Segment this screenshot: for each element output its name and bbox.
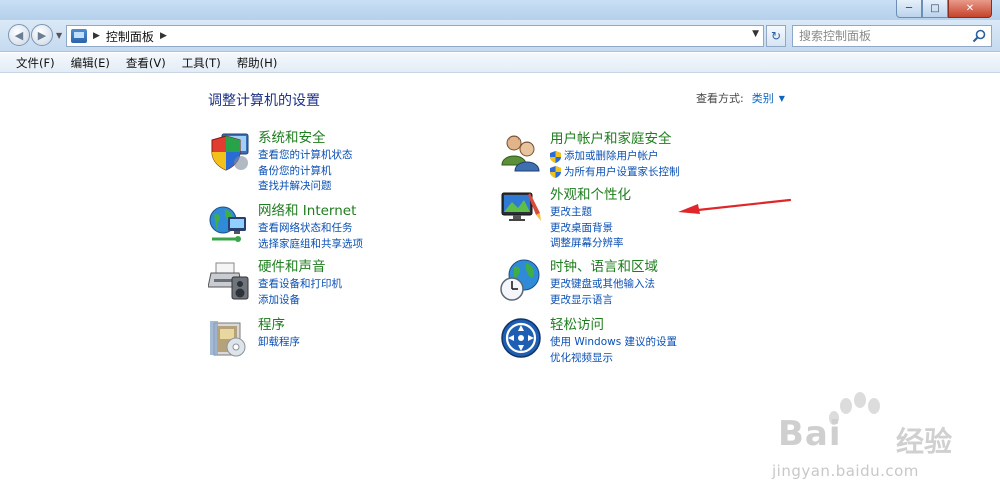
category-title[interactable]: 程序 [258, 317, 300, 333]
link-view-computer-status[interactable]: 查看您的计算机状态 [258, 148, 353, 164]
category-body: 硬件和声音 查看设备和打印机 添加设备 [258, 259, 342, 308]
watermark-brand-cn: 经验 [896, 425, 953, 458]
annotation-arrow-icon [678, 198, 792, 214]
category-clock-language-region: 时钟、语言和区域 更改键盘或其他输入法 更改显示语言 [500, 259, 658, 308]
link-text: 添加或删除用户帐户 [564, 150, 659, 162]
globe-clock-icon[interactable] [500, 259, 542, 301]
uac-shield-icon [550, 150, 561, 163]
recent-pages-dropdown-icon[interactable]: ▼ [56, 31, 62, 40]
control-panel-icon [71, 29, 87, 43]
link-parental-controls[interactable]: 为所有用户设置家长控制 [550, 165, 680, 181]
refresh-icon: ↻ [770, 29, 782, 43]
view-by: 查看方式: 类别 ▼ [696, 90, 785, 106]
category-body: 网络和 Internet 查看网络状态和任务 选择家庭组和共享选项 [258, 203, 363, 252]
category-title[interactable]: 时钟、语言和区域 [550, 259, 658, 275]
menu-tools[interactable]: 工具(T) [174, 55, 229, 71]
category-hardware-sound: 硬件和声音 查看设备和打印机 添加设备 [208, 259, 342, 308]
close-button[interactable]: ✕ [948, 0, 992, 18]
restore-icon: □ [930, 3, 940, 14]
monitor-brush-icon[interactable] [500, 187, 542, 229]
users-icon[interactable] [500, 131, 542, 173]
link-optimize-visual-display[interactable]: 优化视频显示 [550, 351, 677, 367]
ease-of-access-icon[interactable] [500, 317, 542, 359]
link-homegroup-sharing[interactable]: 选择家庭组和共享选项 [258, 237, 363, 253]
category-programs: 程序 卸载程序 [208, 317, 300, 359]
category-body: 系统和安全 查看您的计算机状态 备份您的计算机 查找并解决问题 [258, 130, 353, 195]
category-body: 时钟、语言和区域 更改键盘或其他输入法 更改显示语言 [550, 259, 658, 308]
category-body: 程序 卸载程序 [258, 317, 300, 359]
search-input[interactable] [799, 29, 969, 43]
link-text: 为所有用户设置家长控制 [564, 165, 680, 178]
address-field[interactable]: ▶ 控制面板 ▶ ▼ [66, 25, 764, 47]
category-title[interactable]: 用户帐户和家庭安全 [550, 131, 680, 147]
link-change-desktop-background[interactable]: 更改桌面背景 [550, 221, 631, 237]
search-icon[interactable] [972, 29, 986, 43]
view-by-dropdown[interactable]: 类别 [752, 90, 774, 106]
uac-shield-icon [550, 166, 561, 179]
search-box [792, 25, 992, 47]
link-change-display-language[interactable]: 更改显示语言 [550, 293, 658, 309]
link-change-input-methods[interactable]: 更改键盘或其他输入法 [550, 277, 658, 293]
title-bar: ─ □ ✕ [0, 0, 1000, 20]
category-title[interactable]: 网络和 Internet [258, 203, 363, 219]
link-adjust-resolution[interactable]: 调整屏幕分辨率 [550, 236, 631, 252]
forward-arrow-icon: ▶ [37, 28, 47, 42]
watermark-url: jingyan.baidu.com [772, 462, 919, 480]
breadcrumb-control-panel[interactable]: 控制面板 [106, 28, 154, 45]
shield-computer-icon[interactable] [208, 130, 250, 172]
category-title[interactable]: 系统和安全 [258, 130, 353, 146]
back-arrow-icon: ◀ [14, 28, 24, 42]
link-view-network-status[interactable]: 查看网络状态和任务 [258, 221, 363, 237]
close-icon: ✕ [965, 3, 975, 14]
breadcrumb-separator-icon[interactable]: ▶ [160, 31, 167, 41]
category-title[interactable]: 外观和个性化 [550, 187, 631, 203]
category-body: 用户帐户和家庭安全 添加或删除用户帐户 为所有用户设置家长控制 [550, 131, 680, 180]
network-globe-icon[interactable] [208, 203, 250, 245]
minimize-button[interactable]: ─ [896, 0, 922, 18]
back-button[interactable]: ◀ [8, 24, 30, 46]
restore-button[interactable]: □ [922, 0, 948, 18]
breadcrumb-separator-icon[interactable]: ▶ [93, 31, 100, 41]
link-uninstall-program[interactable]: 卸载程序 [258, 335, 300, 351]
refresh-button[interactable]: ↻ [766, 25, 786, 47]
category-system-security: 系统和安全 查看您的计算机状态 备份您的计算机 查找并解决问题 [208, 130, 353, 195]
minimize-icon: ─ [905, 3, 913, 14]
link-add-remove-accounts[interactable]: 添加或删除用户帐户 [550, 149, 680, 165]
category-body: 轻松访问 使用 Windows 建议的设置 优化视频显示 [550, 317, 677, 366]
category-appearance: 外观和个性化 更改主题 更改桌面背景 调整屏幕分辨率 [500, 187, 631, 252]
menu-help[interactable]: 帮助(H) [229, 55, 286, 71]
menu-bar: 文件(F) 编辑(E) 查看(V) 工具(T) 帮助(H) [0, 53, 1000, 73]
link-change-theme[interactable]: 更改主题 [550, 205, 631, 221]
link-backup-computer[interactable]: 备份您的计算机 [258, 164, 353, 180]
watermark-brand: Bai [778, 414, 842, 454]
address-dropdown-icon[interactable]: ▼ [752, 29, 759, 39]
address-bar: ◀ ▶ ▼ ▶ 控制面板 ▶ ▼ ↻ [0, 20, 1000, 52]
category-body: 外观和个性化 更改主题 更改桌面背景 调整屏幕分辨率 [550, 187, 631, 252]
link-windows-recommended-settings[interactable]: 使用 Windows 建议的设置 [550, 335, 677, 351]
menu-view[interactable]: 查看(V) [118, 55, 174, 71]
link-add-device[interactable]: 添加设备 [258, 293, 342, 309]
menu-edit[interactable]: 编辑(E) [63, 55, 118, 71]
link-troubleshoot[interactable]: 查找并解决问题 [258, 179, 353, 195]
menu-file[interactable]: 文件(F) [8, 55, 63, 71]
category-title[interactable]: 轻松访问 [550, 317, 677, 333]
view-by-label: 查看方式: [696, 92, 744, 105]
page-title: 调整计算机的设置 [208, 93, 320, 109]
programs-box-icon[interactable] [208, 317, 250, 359]
category-title[interactable]: 硬件和声音 [258, 259, 342, 275]
forward-button[interactable]: ▶ [31, 24, 53, 46]
category-network-internet: 网络和 Internet 查看网络状态和任务 选择家庭组和共享选项 [208, 203, 363, 252]
chevron-down-icon[interactable]: ▼ [779, 94, 785, 103]
link-devices-printers[interactable]: 查看设备和打印机 [258, 277, 342, 293]
nav-buttons: ◀ ▶ ▼ [8, 24, 62, 46]
printer-speaker-icon[interactable] [208, 259, 250, 301]
category-ease-of-access: 轻松访问 使用 Windows 建议的设置 优化视频显示 [500, 317, 677, 366]
category-user-accounts: 用户帐户和家庭安全 添加或删除用户帐户 为所有用户设置家长控制 [500, 131, 680, 180]
window-controls: ─ □ ✕ [896, 0, 992, 18]
